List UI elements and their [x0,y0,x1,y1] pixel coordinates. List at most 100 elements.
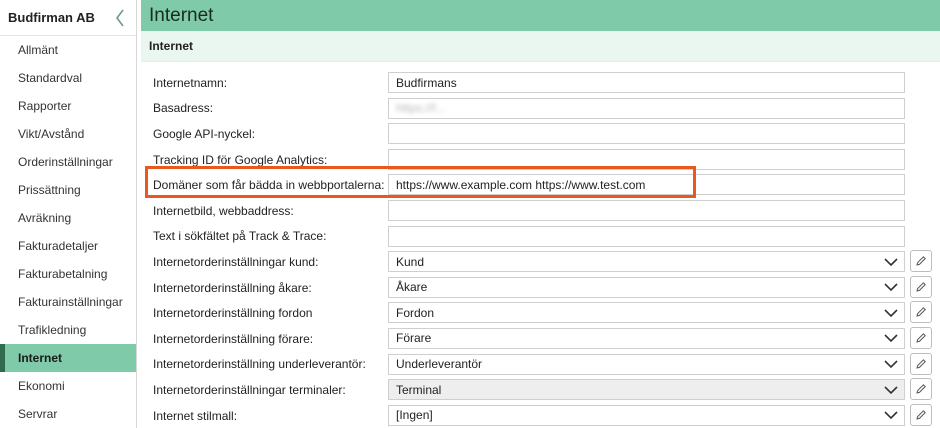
order-subcontractor-label: Internetorderinställning underleverantör… [153,357,366,372]
edit-stylesheet-button[interactable] [910,403,932,426]
sidebar-item-vikt-avstand[interactable]: Vikt/Avstånd [0,120,136,148]
sidebar-item-label: Vikt/Avstånd [18,127,85,141]
chevron-down-icon [884,411,898,420]
order-owner-label: Internetorderinställning åkare: [153,280,312,295]
order-owner-value: Åkare [396,280,428,295]
edit-order-subcontractor-button[interactable] [910,352,932,375]
edit-order-driver-button[interactable] [910,326,932,349]
edit-order-vehicle-button[interactable] [910,301,932,324]
search-text-input[interactable] [388,225,905,247]
order-vehicle-label: Internetorderinställning fordon [153,306,313,321]
section-title: Internet [149,39,194,53]
tracking-id-input[interactable] [388,148,905,170]
sidebar-header: Budfirman AB [0,0,136,36]
embed-domains-input[interactable] [388,174,905,196]
chevron-down-icon [884,334,898,343]
order-customer-label: Internetorderinställningar kund: [153,254,319,269]
sidebar-item-avrakning[interactable]: Avräkning [0,204,136,232]
stylesheet-select[interactable]: [Ingen] [388,404,905,426]
collapse-sidebar-button[interactable] [112,8,128,28]
sidebar-item-label: Internet [18,351,63,365]
sidebar-item-standardval[interactable]: Standardval [0,64,136,92]
sidebar-item-label: Rapporter [18,99,72,113]
sidebar-item-fakturadetaljer[interactable]: Fakturadetaljer [0,232,136,260]
internet-settings-form: Internetnamn: Basadress: https://f... Go… [141,70,940,428]
sidebar-item-trafikledning[interactable]: Trafikledning [0,316,136,344]
form-row-internet-image: Internetbild, webbaddress: [141,198,940,224]
order-terminals-label: Internetorderinställningar terminaler: [153,382,346,397]
pencil-icon [916,333,926,343]
pencil-icon [916,281,926,292]
sidebar-item-label: Ekonomi [18,379,65,393]
order-vehicle-value: Fordon [396,305,435,320]
sidebar-item-orderinstallningar[interactable]: Orderinställningar [0,148,136,176]
pencil-icon [916,256,926,266]
internet-name-input[interactable] [388,72,905,93]
edit-order-owner-button[interactable] [910,275,932,298]
order-subcontractor-value: Underleverantör [396,357,483,372]
form-row-google-api-key: Google API-nyckel: [141,121,940,147]
stylesheet-label: Internet stilmall: [153,408,238,423]
order-terminals-select[interactable]: Terminal [388,379,905,401]
google-api-key-input[interactable] [388,123,905,145]
main-content: Internet Internet Internetnamn: Basadres… [141,0,940,428]
form-row-search-text: Text i sökfältet på Track & Trace: [141,224,940,250]
form-row-order-subcontractor: Internetorderinställning underleverantör… [141,352,940,378]
order-customer-select[interactable]: Kund [388,251,905,273]
order-driver-value: Förare [396,331,432,346]
order-driver-select[interactable]: Förare [388,327,905,349]
company-name: Budfirman AB [8,10,95,25]
search-text-label: Text i sökfältet på Track & Trace: [153,229,327,244]
form-row-order-vehicle: Internetorderinställning fordon Fordon [141,300,940,326]
pencil-icon [916,409,926,420]
order-subcontractor-select[interactable]: Underleverantör [388,353,905,375]
sidebar-nav: Allmänt Standardval Rapporter Vikt/Avstå… [0,36,136,428]
pencil-icon [916,358,926,369]
order-owner-select[interactable]: Åkare [388,276,905,298]
sidebar-item-label: Standardval [18,71,83,85]
base-address-input[interactable]: https://f... [388,97,905,119]
form-row-tracking-id: Tracking ID för Google Analytics: [141,147,940,173]
internet-name-label: Internetnamn: [153,75,228,90]
form-row-order-customer: Internetorderinställningar kund: Kund [141,249,940,275]
sidebar: Budfirman AB Allmänt Standardval Rapport… [0,0,137,428]
page-title: Internet [149,4,214,26]
sidebar-item-internet[interactable]: Internet [0,344,136,372]
sidebar-item-fakturainstallningar[interactable]: Fakturainställningar [0,288,136,316]
sidebar-item-fakturabetalning[interactable]: Fakturabetalning [0,260,136,288]
sidebar-item-label: Fakturadetaljer [18,239,99,253]
order-terminals-value: Terminal [396,382,442,397]
edit-order-terminals-button[interactable] [910,378,932,401]
internet-image-label: Internetbild, webbaddress: [153,203,294,218]
order-vehicle-select[interactable]: Fordon [388,302,905,324]
pencil-icon [916,307,926,318]
sidebar-item-label: Trafikledning [18,323,87,337]
form-row-base-address: Basadress: https://f... [141,96,940,122]
sidebar-item-ekonomi[interactable]: Ekonomi [0,372,136,400]
sidebar-item-label: Fakturabetalning [18,267,108,281]
sidebar-item-prissattning[interactable]: Prissättning [0,176,136,204]
embed-domains-label: Domäner som får bädda in webbportalerna: [153,178,385,193]
chevron-down-icon [884,283,898,292]
form-row-order-owner: Internetorderinställning åkare: Åkare [141,275,940,301]
sidebar-item-label: Allmänt [18,43,59,57]
form-row-order-driver: Internetorderinställning förare: Förare [141,326,940,352]
sidebar-item-label: Prissättning [18,183,81,197]
sidebar-item-label: Fakturainställningar [18,295,123,309]
form-row-embed-domains: Domäner som får bädda in webbportalerna: [141,172,940,198]
sidebar-item-label: Orderinställningar [18,155,113,169]
sidebar-item-allmant[interactable]: Allmänt [0,36,136,64]
base-address-value: https://f... [396,101,446,116]
page-header: Internet [141,0,940,31]
order-customer-value: Kund [396,254,425,269]
edit-order-customer-button[interactable] [910,250,932,273]
sidebar-item-rapporter[interactable]: Rapporter [0,92,136,120]
chevron-down-icon [884,309,898,317]
internet-image-input[interactable] [388,199,905,221]
section-header: Internet [141,31,940,62]
sidebar-item-servrar[interactable]: Servrar [0,400,136,428]
form-row-internet-name: Internetnamn: [141,70,940,96]
order-driver-label: Internetorderinställning förare: [153,331,314,346]
base-address-label: Basadress: [153,101,214,116]
sidebar-item-label: Servrar [18,407,58,421]
